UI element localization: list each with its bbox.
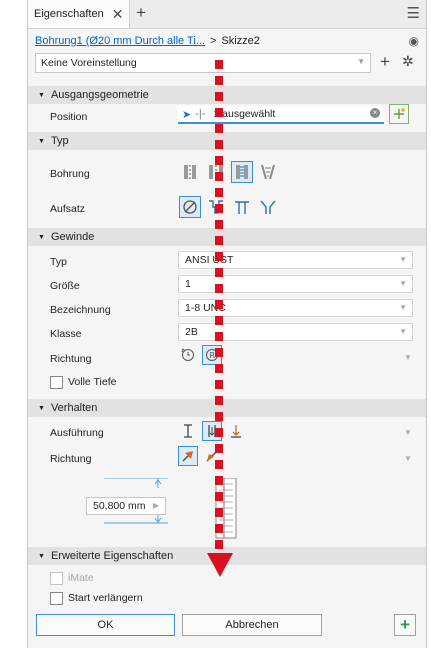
apply-add-button[interactable]: + <box>394 614 416 636</box>
left-hand-thread-icon[interactable] <box>178 345 198 365</box>
simple-hole-icon[interactable] <box>179 161 201 183</box>
chevron-down-icon: ▼ <box>399 303 407 312</box>
countersink-icon[interactable] <box>257 196 279 218</box>
menu-icon[interactable]: ☰ <box>407 4 420 22</box>
behavior-direction-label: Richtung <box>50 453 92 465</box>
breadcrumb-sketch[interactable]: Skizze2 <box>221 35 260 47</box>
section-advanced-title: Erweiterte Eigenschaften <box>50 550 174 562</box>
section-thread[interactable]: ▼ Gewinde <box>28 228 426 246</box>
chevron-down-icon: ▼ <box>399 255 407 264</box>
cursor-icon: ➤ <box>182 108 192 121</box>
class-dropdown[interactable]: 2B ▼ <box>178 323 413 341</box>
no-seat-icon[interactable] <box>179 196 201 218</box>
chevron-down-icon: ▼ <box>357 57 365 66</box>
spotface-icon[interactable] <box>231 196 253 218</box>
breadcrumb-separator: > <box>209 35 217 47</box>
gear-icon[interactable]: ✲ <box>402 53 414 70</box>
add-point-icon[interactable] <box>389 104 409 124</box>
thread-type-dropdown[interactable]: ANSI UST ▼ <box>178 251 413 269</box>
class-label: Klasse <box>50 328 82 340</box>
extend-start-checkbox[interactable] <box>50 592 63 605</box>
breadcrumb: Bohrung1 (Ø20 mm Durch alle Ti... > Skiz… <box>35 32 419 50</box>
chevron-down-icon: ▼ <box>399 279 407 288</box>
imate-checkbox[interactable] <box>50 572 63 585</box>
section-geometry[interactable]: ▼ Ausgangsgeometrie <box>28 86 426 104</box>
section-behavior-title: Verhalten <box>50 402 98 414</box>
eye-icon[interactable]: ◉ <box>409 34 419 48</box>
chevron-down-icon[interactable]: ▼ <box>404 454 412 463</box>
tab-title: Eigenschaften <box>34 8 104 20</box>
default-direction-icon[interactable] <box>178 446 198 466</box>
hole-type-label: Bohrung <box>50 168 90 180</box>
depth-dimension-value: 50,800 mm <box>93 500 146 512</box>
designation-dropdown[interactable]: 1-8 UNC ▼ <box>178 299 413 317</box>
collapse-icon: ▼ <box>38 404 45 412</box>
add-preset-icon[interactable]: + <box>380 52 390 72</box>
tapped-hole-icon[interactable] <box>231 161 253 183</box>
chevron-down-icon[interactable]: ▼ <box>404 353 412 362</box>
chevron-right-icon[interactable]: ▶ <box>153 501 159 510</box>
properties-panel: Eigenschaften ✕ + ☰ Bohrung1 (Ø20 mm Dur… <box>27 0 427 648</box>
tab-properties[interactable]: Eigenschaften ✕ <box>28 0 130 28</box>
collapse-icon: ▼ <box>38 137 45 145</box>
close-icon[interactable]: ✕ <box>112 6 124 23</box>
breadcrumb-feature-link[interactable]: Bohrung1 (Ø20 mm Durch alle Ti... <box>35 35 205 47</box>
full-depth-checkbox[interactable] <box>50 376 63 389</box>
section-behavior[interactable]: ▼ Verhalten <box>28 399 426 417</box>
cancel-button[interactable]: Abbrechen <box>182 614 322 636</box>
thread-type-label: Typ <box>50 256 67 268</box>
collapse-icon: ▼ <box>38 552 45 560</box>
depth-dimension-input[interactable]: 50,800 mm ▶ <box>86 497 166 515</box>
section-thread-title: Gewinde <box>50 231 95 243</box>
collapse-icon: ▼ <box>38 233 45 241</box>
size-value: 1 <box>185 278 191 290</box>
chevron-down-icon[interactable]: ▼ <box>404 428 412 437</box>
class-value: 2B <box>185 326 198 338</box>
red-dashed-annotation-line <box>215 60 223 560</box>
add-tab-icon[interactable]: + <box>136 3 146 23</box>
distance-termination-icon[interactable] <box>178 421 198 441</box>
crosshair-icon: -|- <box>195 108 206 120</box>
designation-label: Bezeichnung <box>50 304 111 316</box>
position-selector[interactable]: ➤ -|- 1 ausgewählt × <box>178 106 384 124</box>
clear-selection-icon[interactable]: × <box>370 108 380 118</box>
size-dropdown[interactable]: 1 ▼ <box>178 275 413 293</box>
size-label: Größe <box>50 280 80 292</box>
section-type-title: Typ <box>50 135 69 147</box>
imate-label: iMate <box>68 572 94 584</box>
to-face-icon[interactable] <box>226 421 246 441</box>
section-geometry-title: Ausgangsgeometrie <box>50 89 149 101</box>
chevron-down-icon: ▼ <box>399 327 407 336</box>
seat-label: Aufsatz <box>50 203 86 215</box>
ok-button[interactable]: OK <box>36 614 175 636</box>
collapse-icon: ▼ <box>38 91 45 99</box>
thread-type-value: ANSI UST <box>185 254 234 266</box>
execution-label: Ausführung <box>50 427 104 439</box>
preset-value: Keine Voreinstellung <box>41 57 137 69</box>
red-arrow-annotation <box>207 553 233 577</box>
preset-dropdown[interactable]: Keine Voreinstellung ▼ <box>35 53 371 73</box>
section-type[interactable]: ▼ Typ <box>28 132 426 150</box>
tab-bar: Eigenschaften ✕ + ☰ <box>28 0 426 29</box>
position-label: Position <box>50 111 88 123</box>
direction-label: Richtung <box>50 353 92 365</box>
taper-tapped-hole-icon[interactable] <box>257 161 279 183</box>
full-depth-label: Volle Tiefe <box>68 376 117 388</box>
extend-start-label: Start verlängern <box>68 592 143 604</box>
